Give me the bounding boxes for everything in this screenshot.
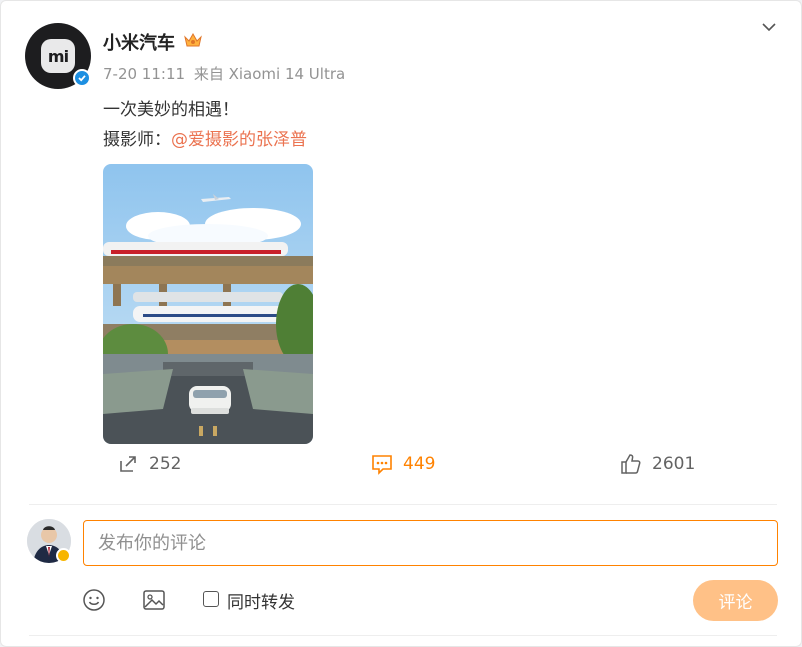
mention-link[interactable]: @爱摄影的张泽普 (171, 130, 307, 150)
repost-count: 252 (149, 454, 182, 474)
xiaomi-logo: mi (41, 39, 75, 73)
crown-icon (184, 32, 202, 47)
repost-checkbox[interactable] (203, 591, 219, 607)
author-name[interactable]: 小米汽车 (103, 29, 175, 55)
repost-button[interactable]: 252 (117, 453, 181, 475)
emoji-icon[interactable] (82, 588, 106, 612)
post-credit: 摄影师：@爱摄影的张泽普 (103, 125, 307, 150)
image-icon[interactable] (142, 588, 166, 612)
post-image[interactable] (103, 164, 313, 444)
weibo-post-card: mi 小米汽车 7-20 11:11 来自 Xiaomi 14 Ultra 一次… (0, 0, 802, 647)
comment-count: 449 (403, 454, 436, 474)
credit-label: 摄影师： (103, 130, 171, 150)
bottom-divider (29, 635, 777, 636)
post-meta: 7-20 11:11 来自 Xiaomi 14 Ultra (103, 63, 349, 84)
comment-icon (372, 455, 392, 475)
post-text: 一次美妙的相遇！ (103, 100, 239, 120)
like-button[interactable]: 2601 (620, 453, 695, 475)
post-image-illustration (103, 164, 313, 444)
post-timestamp[interactable]: 7-20 11:11 (103, 65, 185, 83)
repost-checkbox-label[interactable]: 同时转发 (227, 588, 295, 613)
verified-badge-icon (73, 69, 91, 87)
repost-icon (120, 456, 136, 472)
comment-button[interactable]: 449 (371, 453, 435, 475)
post-source: 来自 Xiaomi 14 Ultra (193, 65, 346, 83)
post-actions: 252 449 2601 (1, 453, 802, 485)
user-badge-icon (56, 548, 71, 563)
like-icon (621, 454, 641, 474)
submit-comment-button[interactable]: 评论 (693, 580, 778, 621)
like-count: 2601 (652, 454, 696, 474)
comment-input[interactable] (83, 520, 778, 566)
logo-text: mi (47, 46, 69, 66)
chevron-down-icon[interactable] (759, 17, 779, 37)
divider (29, 504, 777, 505)
